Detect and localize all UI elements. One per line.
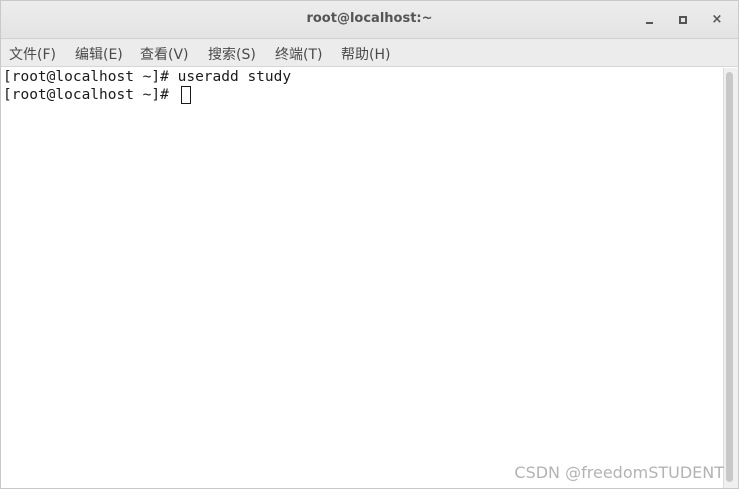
terminal-line: [root@localhost ~]# [3, 86, 191, 104]
menu-bar: 文件(F) 编辑(E) 查看(V) 搜索(S) 终端(T) 帮助(H) [1, 39, 738, 67]
close-icon: × [711, 12, 723, 27]
watermark: CSDN @freedomSTUDENT [514, 463, 724, 482]
minimize-button[interactable] [640, 10, 660, 30]
menu-terminal[interactable]: 终端(T) [275, 44, 322, 64]
window-title: root@localhost:~ [306, 11, 433, 26]
scrollbar-thumb[interactable] [726, 72, 733, 482]
prompt: [root@localhost ~]# [3, 69, 178, 85]
menu-help[interactable]: 帮助(H) [341, 44, 390, 64]
command-text: useradd study [177, 69, 292, 85]
vertical-scrollbar[interactable] [723, 68, 738, 488]
title-bar[interactable]: root@localhost:~ × [1, 1, 738, 39]
terminal-window: root@localhost:~ × 文件(F) 编辑(E) 查看(V) 搜索(… [0, 0, 739, 489]
menu-edit[interactable]: 编辑(E) [75, 44, 123, 64]
maximize-icon [679, 16, 687, 24]
prompt: [root@localhost ~]# [3, 87, 178, 103]
menu-view[interactable]: 查看(V) [140, 44, 189, 64]
terminal-output[interactable]: [root@localhost ~]# useradd study [root@… [1, 68, 723, 488]
text-cursor [180, 86, 191, 104]
close-button[interactable]: × [707, 10, 727, 30]
terminal-line: [root@localhost ~]# useradd study [3, 68, 291, 86]
maximize-button[interactable] [673, 10, 693, 30]
menu-search[interactable]: 搜索(S) [208, 44, 256, 64]
menu-file[interactable]: 文件(F) [9, 44, 56, 64]
minimize-icon [646, 22, 653, 24]
